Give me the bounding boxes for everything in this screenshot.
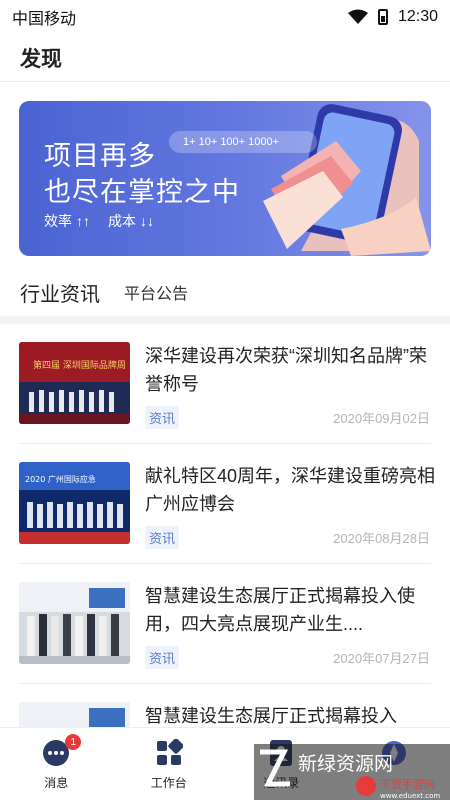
nav-label: 通讯录 bbox=[263, 776, 300, 790]
efficiency-tag: 效率 ↑↑ bbox=[44, 211, 90, 231]
wifi-icon bbox=[347, 9, 368, 24]
grid-icon bbox=[154, 738, 184, 768]
nav-contacts[interactable]: 通讯录 bbox=[225, 728, 338, 800]
news-thumbnail: 2020 广州国际应急 bbox=[19, 462, 130, 544]
arrow-down-icon: ↓↓ bbox=[140, 213, 154, 229]
cost-tag: 成本 ↓↓ bbox=[108, 211, 154, 231]
news-title: 深华建设再次荣获“深圳知名品牌”荣誉称号 bbox=[145, 346, 427, 394]
chat-icon: 1 bbox=[41, 734, 82, 768]
unread-badge: 1 bbox=[65, 734, 82, 750]
banner-tags: 效率 ↑↑ 成本 ↓↓ bbox=[44, 211, 154, 231]
promo-banner[interactable]: 1+ 10+ 100+ 1000+ 项目再多 也尽在掌控之中 效率 ↑↑ 成本 … bbox=[19, 101, 431, 256]
news-category-badge: 资讯 bbox=[145, 646, 180, 669]
banner-headline-2: 也尽在掌控之中 bbox=[44, 177, 240, 207]
news-thumbnail bbox=[19, 582, 130, 664]
battery-icon bbox=[377, 9, 388, 25]
page-header: 发现 bbox=[0, 34, 450, 82]
tab-industry-news[interactable]: 行业资讯 bbox=[20, 278, 100, 307]
nav-label: 消息 bbox=[44, 776, 69, 790]
news-date: 2020年08月28日 bbox=[333, 531, 430, 546]
news-title: 智慧建设生态展厅正式揭幕投入使用，四大亮点展现产业生.... bbox=[145, 586, 415, 634]
page-title: 发现 bbox=[20, 47, 62, 71]
clock: 12:30 bbox=[397, 8, 438, 25]
section-separator bbox=[0, 316, 450, 324]
svg-text:第四届 深圳国际品牌周: 第四届 深圳国际品牌周 bbox=[33, 359, 126, 371]
news-title: 献礼特区40周年，深华建设重磅亮相广州应博会 bbox=[145, 466, 436, 514]
news-category-badge: 资讯 bbox=[145, 406, 180, 429]
nav-messages[interactable]: 1 消息 bbox=[0, 728, 113, 800]
cost-label: 成本 bbox=[108, 213, 136, 229]
bottom-navigation: 1 消息 工作台 通讯录 bbox=[0, 727, 450, 800]
carrier-label: 中国移动 bbox=[12, 11, 77, 28]
news-date: 2020年09月02日 bbox=[333, 411, 430, 426]
discover-icon bbox=[379, 738, 409, 768]
tab-platform-notice[interactable]: 平台公告 bbox=[124, 280, 188, 304]
milestones-pill: 1+ 10+ 100+ 1000+ bbox=[169, 131, 317, 153]
news-tabs: 行业资讯 平台公告 bbox=[0, 270, 450, 314]
news-category-badge: 资讯 bbox=[145, 526, 180, 549]
news-thumbnail: 第四届 深圳国际品牌周 bbox=[19, 342, 130, 424]
nav-label: 工作台 bbox=[150, 776, 187, 790]
news-item[interactable]: 2020 广州国际应急 献礼特区40周年，深华建设重磅亮相广州应博会 资讯 20… bbox=[0, 444, 450, 564]
arrow-up-icon: ↑↑ bbox=[76, 213, 90, 229]
news-date: 2020年07月27日 bbox=[333, 651, 430, 666]
status-bar: 中国移动 12:30 bbox=[0, 0, 450, 34]
nav-discover[interactable] bbox=[338, 728, 450, 800]
contacts-icon bbox=[266, 738, 296, 768]
news-item[interactable]: 第四届 深圳国际品牌周 深华建设再次荣获“深圳知名品牌”荣誉称号 资讯 2020… bbox=[0, 324, 450, 444]
banner-headline-1: 项目再多 bbox=[44, 141, 156, 171]
efficiency-label: 效率 bbox=[44, 213, 72, 229]
phone-illustration-icon bbox=[263, 104, 431, 256]
news-item[interactable]: 智慧建设生态展厅正式揭幕投入使用，四大亮点展现产业生.... 资讯 2020年0… bbox=[0, 564, 450, 684]
news-title: 智慧建设生态展厅正式揭幕投入 bbox=[145, 706, 397, 726]
svg-text:2020 广州国际应急: 2020 广州国际应急 bbox=[25, 474, 96, 484]
nav-workbench[interactable]: 工作台 bbox=[113, 728, 226, 800]
